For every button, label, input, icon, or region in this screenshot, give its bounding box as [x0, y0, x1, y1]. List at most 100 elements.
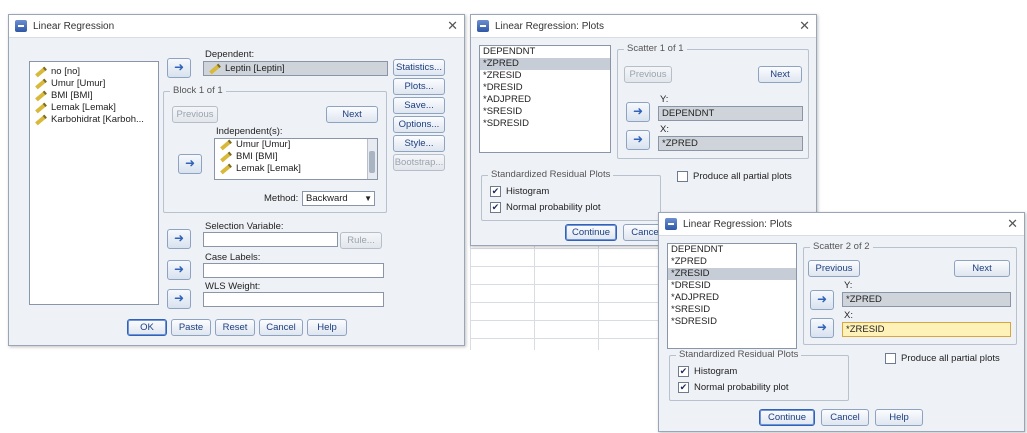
scale-variable-icon — [35, 78, 47, 90]
help-button[interactable]: Help — [875, 409, 923, 426]
cancel-button[interactable]: Cancel — [259, 319, 303, 336]
plot-variable-item[interactable]: *DRESID — [668, 280, 796, 292]
plot-variable-item[interactable]: *ZPRED — [668, 256, 796, 268]
chevron-down-icon: ▼ — [364, 194, 372, 203]
selection-variable-field[interactable] — [203, 232, 338, 247]
checkbox-empty-icon — [885, 353, 896, 364]
plot-variable-list[interactable]: DEPENDNT *ZPRED *ZRESID *DRESID *ADJPRED… — [479, 45, 611, 153]
dependent-field[interactable]: Leptin [Leptin] — [203, 61, 388, 76]
method-select[interactable]: Backward ▼ — [302, 191, 375, 206]
linear-regression-dialog: Linear Regression ✕ no [no] Umur [Umur] … — [8, 14, 465, 346]
independents-scrollbar[interactable] — [367, 139, 377, 179]
next-scatter-button[interactable]: Next — [954, 260, 1010, 277]
close-icon[interactable]: ✕ — [447, 18, 458, 34]
scale-variable-icon — [35, 102, 47, 114]
variable-item[interactable]: Karbohidrat [Karboh... — [30, 114, 158, 126]
continue-button[interactable]: Continue — [759, 409, 815, 426]
scale-variable-icon — [209, 63, 221, 74]
plot-variable-item[interactable]: *ZPRED — [480, 58, 610, 70]
independent-item[interactable]: Lemak [Lemak] — [215, 163, 377, 175]
title-bar: Linear Regression ✕ — [9, 15, 464, 38]
y-axis-field[interactable]: *ZPRED — [842, 292, 1011, 307]
rule-button[interactable]: Rule... — [340, 232, 382, 249]
scrollbar-thumb[interactable] — [369, 151, 375, 173]
variable-item[interactable]: Lemak [Lemak] — [30, 102, 158, 114]
plot-variable-item[interactable]: *SDRESID — [480, 118, 610, 130]
plot-variable-list[interactable]: DEPENDNT *ZPRED *ZRESID *DRESID *ADJPRED… — [667, 243, 797, 349]
move-to-x-button[interactable]: ➜ — [810, 318, 834, 338]
scale-variable-icon — [220, 151, 232, 163]
plot-variable-item[interactable]: *DRESID — [480, 82, 610, 94]
x-axis-label: X: — [660, 124, 669, 135]
plot-variable-item[interactable]: *ADJPRED — [480, 94, 610, 106]
move-to-y-button[interactable]: ➜ — [626, 102, 650, 122]
plot-variable-item[interactable]: *ZRESID — [480, 70, 610, 82]
next-scatter-button[interactable]: Next — [758, 66, 802, 83]
x-axis-field[interactable]: *ZRESID — [842, 322, 1011, 337]
variable-item[interactable]: no [no] — [30, 66, 158, 78]
scale-variable-icon — [35, 66, 47, 78]
close-icon[interactable]: ✕ — [1007, 216, 1018, 232]
checkbox-empty-icon — [677, 171, 688, 182]
case-labels-field[interactable] — [203, 263, 384, 278]
close-icon[interactable]: ✕ — [799, 18, 810, 34]
reset-button[interactable]: Reset — [215, 319, 255, 336]
previous-block-button[interactable]: Previous — [172, 106, 218, 123]
move-to-wls-button[interactable]: ➜ — [167, 289, 191, 309]
save-button[interactable]: Save... — [393, 97, 445, 114]
spss-app-icon — [477, 20, 489, 32]
move-to-dependent-button[interactable]: ➜ — [167, 58, 191, 78]
style-button[interactable]: Style... — [393, 135, 445, 152]
plots-button[interactable]: Plots... — [393, 78, 445, 95]
independent-item[interactable]: BMI [BMI] — [215, 151, 377, 163]
cancel-button[interactable]: Cancel — [821, 409, 869, 426]
previous-scatter-button[interactable]: Previous — [808, 260, 860, 277]
histogram-checkbox[interactable]: ✔ Histogram — [678, 366, 737, 377]
previous-scatter-button[interactable]: Previous — [624, 66, 672, 83]
normal-probability-checkbox[interactable]: ✔ Normal probability plot — [490, 202, 601, 213]
checkmark-icon: ✔ — [490, 186, 501, 197]
move-to-selection-button[interactable]: ➜ — [167, 229, 191, 249]
partial-plots-checkbox[interactable]: Produce all partial plots — [677, 171, 792, 182]
dialog-title: Linear Regression: Plots — [683, 218, 792, 230]
x-axis-field[interactable]: *ZPRED — [658, 136, 803, 151]
paste-button[interactable]: Paste — [171, 319, 211, 336]
ok-button[interactable]: OK — [127, 319, 167, 336]
bootstrap-button[interactable]: Bootstrap... — [393, 154, 445, 171]
histogram-checkbox[interactable]: ✔ Histogram — [490, 186, 549, 197]
help-button[interactable]: Help — [307, 319, 347, 336]
independent-item[interactable]: Umur [Umur] — [215, 139, 377, 151]
plot-variable-item[interactable]: *ZRESID — [668, 268, 796, 280]
move-to-y-button[interactable]: ➜ — [810, 290, 834, 310]
variable-item[interactable]: Umur [Umur] — [30, 78, 158, 90]
move-to-x-button[interactable]: ➜ — [626, 130, 650, 150]
standardized-residual-label: Standardized Residual Plots — [488, 169, 614, 180]
plot-variable-item[interactable]: *SRESID — [480, 106, 610, 118]
case-labels-label: Case Labels: — [205, 252, 261, 263]
independents-label: Independent(s): — [216, 126, 283, 137]
statistics-button[interactable]: Statistics... — [393, 59, 445, 76]
scatter-label: Scatter 2 of 2 — [810, 241, 873, 252]
independents-list[interactable]: Umur [Umur] BMI [BMI] Lemak [Lemak] — [214, 138, 378, 180]
variable-item[interactable]: BMI [BMI] — [30, 90, 158, 102]
plot-variable-item[interactable]: *ADJPRED — [668, 292, 796, 304]
plot-variable-item[interactable]: DEPENDNT — [480, 46, 610, 58]
plot-variable-item[interactable]: *SDRESID — [668, 316, 796, 328]
method-label: Method: — [264, 193, 299, 204]
move-to-case-labels-button[interactable]: ➜ — [167, 260, 191, 280]
variable-list[interactable]: no [no] Umur [Umur] BMI [BMI] Lemak [Lem… — [29, 61, 159, 305]
normal-probability-checkbox[interactable]: ✔ Normal probability plot — [678, 382, 789, 393]
plot-variable-item[interactable]: *SRESID — [668, 304, 796, 316]
y-axis-field[interactable]: DEPENDNT — [658, 106, 803, 121]
standardized-residual-label: Standardized Residual Plots — [676, 349, 802, 360]
scatter-group: Scatter 2 of 2 Previous Next ➜ Y: *ZPRED… — [803, 241, 1017, 345]
options-button[interactable]: Options... — [393, 116, 445, 133]
next-block-button[interactable]: Next — [326, 106, 378, 123]
move-to-independent-button[interactable]: ➜ — [178, 154, 202, 174]
y-axis-label: Y: — [660, 94, 669, 105]
partial-plots-checkbox[interactable]: Produce all partial plots — [885, 353, 1000, 364]
wls-weight-field[interactable] — [203, 292, 384, 307]
scale-variable-icon — [35, 114, 47, 126]
plot-variable-item[interactable]: DEPENDNT — [668, 244, 796, 256]
continue-button[interactable]: Continue — [565, 224, 617, 241]
